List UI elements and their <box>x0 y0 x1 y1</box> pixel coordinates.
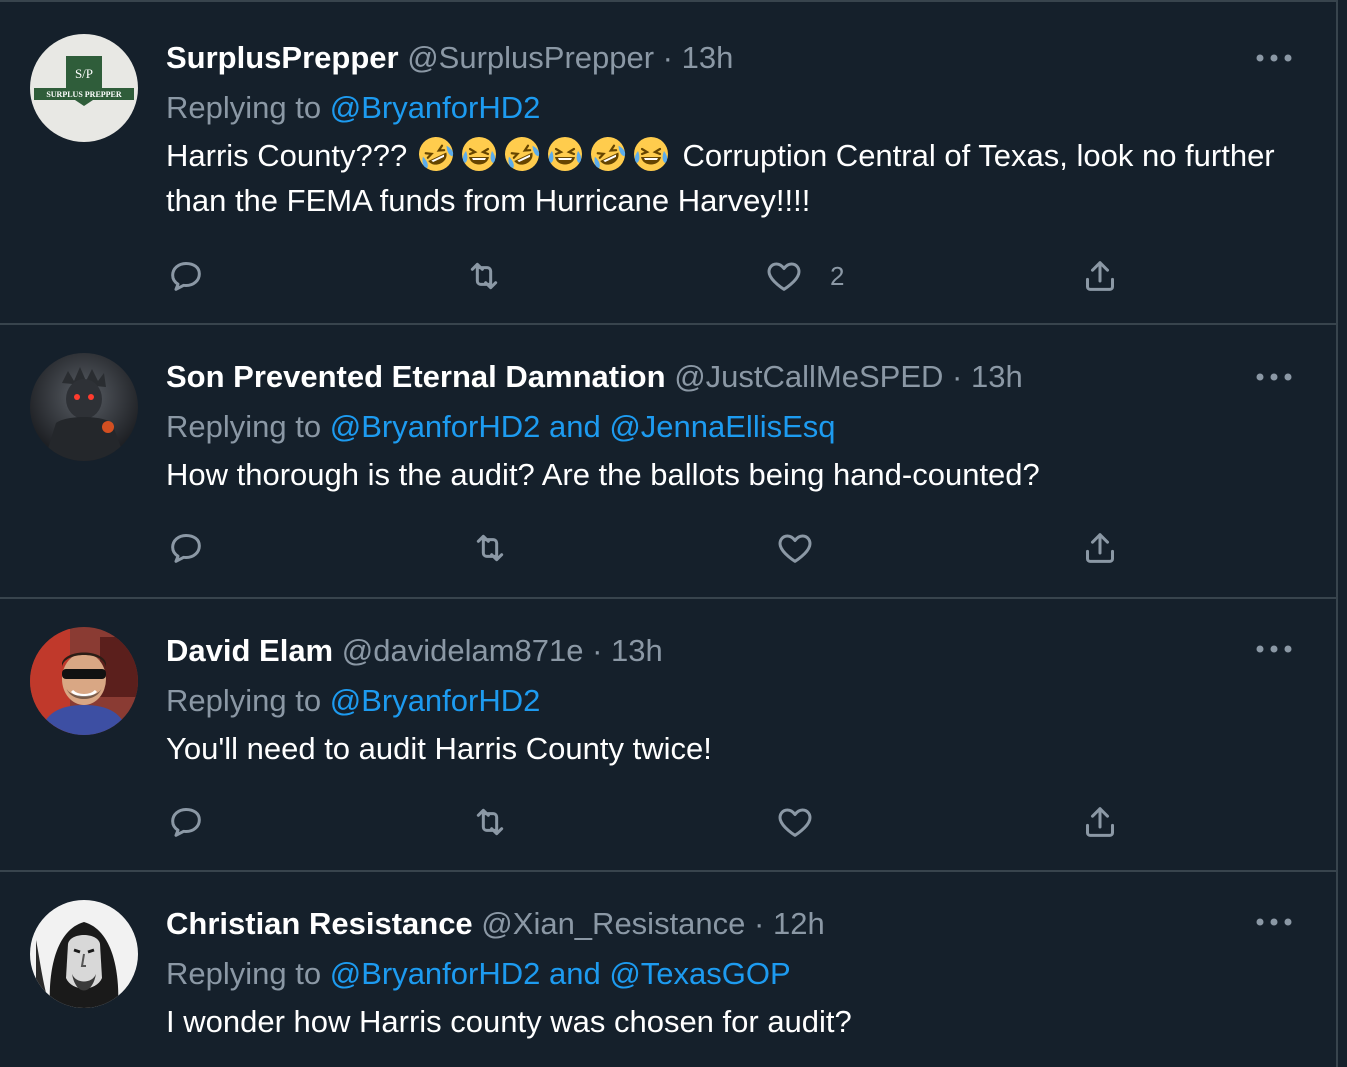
tweet-actions: 2 <box>166 254 1126 298</box>
like-icon <box>767 262 801 291</box>
share-button[interactable] <box>1080 526 1120 570</box>
header-separator: · <box>654 40 682 75</box>
timestamp[interactable]: 12h <box>773 906 825 941</box>
rolling-on-floor-laughing-emoji-icon <box>590 137 625 171</box>
replying-to: Replying to @BryanforHD2 and @JennaEllis… <box>166 407 1296 447</box>
tears-of-joy-emoji-icon <box>547 137 582 171</box>
reply-button[interactable] <box>166 800 206 844</box>
reply-icon <box>171 262 201 291</box>
avatar[interactable]: S/P SURPLUS PREPPER <box>30 34 138 142</box>
reply-icon <box>171 534 201 563</box>
display-name[interactable]: Christian Resistance <box>166 906 473 941</box>
tweet-actions <box>166 800 1126 844</box>
replying-to: Replying to @BryanforHD2 <box>166 88 1296 128</box>
tears-of-joy-emoji-icon <box>633 137 668 171</box>
like-count: 2 <box>830 260 845 291</box>
user-handle[interactable]: @Xian_Resistance <box>481 906 745 941</box>
timestamp[interactable]: 13h <box>971 359 1023 394</box>
more-icon[interactable] <box>1254 912 1294 932</box>
emoji-group <box>416 137 674 173</box>
reply-icon <box>171 808 201 837</box>
header-separator: · <box>943 359 971 394</box>
mention-link[interactable]: @BryanforHD2 <box>330 683 541 718</box>
like-button[interactable] <box>775 526 815 570</box>
replying-to-label: Replying to <box>166 409 330 444</box>
tweet-text-start: How thorough is the audit? Are the ballo… <box>166 457 1040 492</box>
tweet[interactable]: Christian Resistance @Xian_Resistance · … <box>0 872 1336 1067</box>
user-handle[interactable]: @JustCallMeSPED <box>674 359 943 394</box>
display-name[interactable]: Son Prevented Eternal Damnation <box>166 359 666 394</box>
avatar[interactable] <box>30 627 138 735</box>
tweet-text-start: I wonder how Harris county was chosen fo… <box>166 1004 852 1039</box>
tears-of-joy-emoji-icon <box>461 137 496 171</box>
header-separator: · <box>745 906 773 941</box>
retweet-icon <box>476 808 504 836</box>
share-icon <box>1086 533 1114 563</box>
tweet-text: Harris County??? Corruption Central of T… <box>166 133 1296 223</box>
avatar[interactable] <box>30 900 138 1008</box>
header-separator: · <box>583 633 612 668</box>
user-handle[interactable]: @davidelam871e <box>342 633 584 668</box>
reply-button[interactable] <box>166 254 206 298</box>
replying-to-label: Replying to <box>166 683 330 718</box>
share-icon <box>1086 261 1114 291</box>
like-icon <box>778 534 812 563</box>
tweet-body: SurplusPrepper @SurplusPrepper · 13h Rep… <box>166 38 1296 223</box>
more-icon[interactable] <box>1254 639 1294 659</box>
mention-link[interactable]: @TexasGOP <box>609 956 790 991</box>
mention-joiner: and <box>540 409 610 444</box>
tweet-header: David Elam @davidelam871e · 13h <box>166 631 1296 671</box>
share-icon <box>1086 807 1114 837</box>
tweet-actions <box>166 526 1126 570</box>
avatar-logo-text: SURPLUS PREPPER <box>46 90 122 99</box>
tweet-text-start: Harris County??? <box>166 138 416 173</box>
display-name[interactable]: SurplusPrepper <box>166 40 399 75</box>
display-name[interactable]: David Elam <box>166 633 333 668</box>
svg-text:S/P: S/P <box>75 66 93 81</box>
tweet-text: I wonder how Harris county was chosen fo… <box>166 999 1296 1044</box>
replying-to-label: Replying to <box>166 90 330 125</box>
retweet-icon <box>470 262 498 290</box>
retweet-icon <box>476 534 504 562</box>
like-icon <box>778 808 812 837</box>
replying-to: Replying to @BryanforHD2 <box>166 681 1296 721</box>
user-handle[interactable]: @SurplusPrepper <box>407 40 654 75</box>
rolling-on-floor-laughing-emoji-icon <box>418 137 453 171</box>
tweet-text: How thorough is the audit? Are the ballo… <box>166 452 1296 497</box>
tweet-header: SurplusPrepper @SurplusPrepper · 13h <box>166 38 1296 78</box>
tweet-header: Son Prevented Eternal Damnation @JustCal… <box>166 357 1296 397</box>
more-icon[interactable] <box>1254 48 1294 68</box>
share-button[interactable] <box>1080 254 1120 298</box>
more-icon[interactable] <box>1254 367 1294 387</box>
rolling-on-floor-laughing-emoji-icon <box>504 137 539 171</box>
timestamp[interactable]: 13h <box>611 633 663 668</box>
tweet-text: You'll need to audit Harris County twice… <box>166 726 1296 771</box>
reply-timeline: S/P SURPLUS PREPPER SurplusPrepper @Surp… <box>0 0 1338 1067</box>
tweet-text-start: You'll need to audit Harris County twice… <box>166 731 712 766</box>
retweet-button[interactable] <box>470 526 510 570</box>
retweet-button[interactable] <box>470 800 510 844</box>
like-button[interactable]: 2 <box>764 254 844 298</box>
tweet[interactable]: Son Prevented Eternal Damnation @JustCal… <box>0 325 1336 599</box>
tweet[interactable]: S/P SURPLUS PREPPER SurplusPrepper @Surp… <box>0 2 1336 325</box>
replying-to-label: Replying to <box>166 956 330 991</box>
tweet-body: Son Prevented Eternal Damnation @JustCal… <box>166 357 1296 497</box>
tweet-header: Christian Resistance @Xian_Resistance · … <box>166 904 1296 944</box>
mention-joiner: and <box>540 956 610 991</box>
tweet-body: David Elam @davidelam871e · 13h Replying… <box>166 631 1296 771</box>
tweet[interactable]: David Elam @davidelam871e · 13h Replying… <box>0 599 1336 872</box>
mention-link[interactable]: @BryanforHD2 <box>330 90 541 125</box>
tweet-body: Christian Resistance @Xian_Resistance · … <box>166 904 1296 1044</box>
retweet-button[interactable] <box>464 254 504 298</box>
share-button[interactable] <box>1080 800 1120 844</box>
replying-to: Replying to @BryanforHD2 and @TexasGOP <box>166 954 1296 994</box>
mention-link[interactable]: @JennaEllisEsq <box>609 409 835 444</box>
like-button[interactable] <box>775 800 815 844</box>
reply-button[interactable] <box>166 526 206 570</box>
mention-link[interactable]: @BryanforHD2 <box>330 956 541 991</box>
timestamp[interactable]: 13h <box>682 40 734 75</box>
avatar[interactable] <box>30 353 138 461</box>
mention-link[interactable]: @BryanforHD2 <box>330 409 541 444</box>
